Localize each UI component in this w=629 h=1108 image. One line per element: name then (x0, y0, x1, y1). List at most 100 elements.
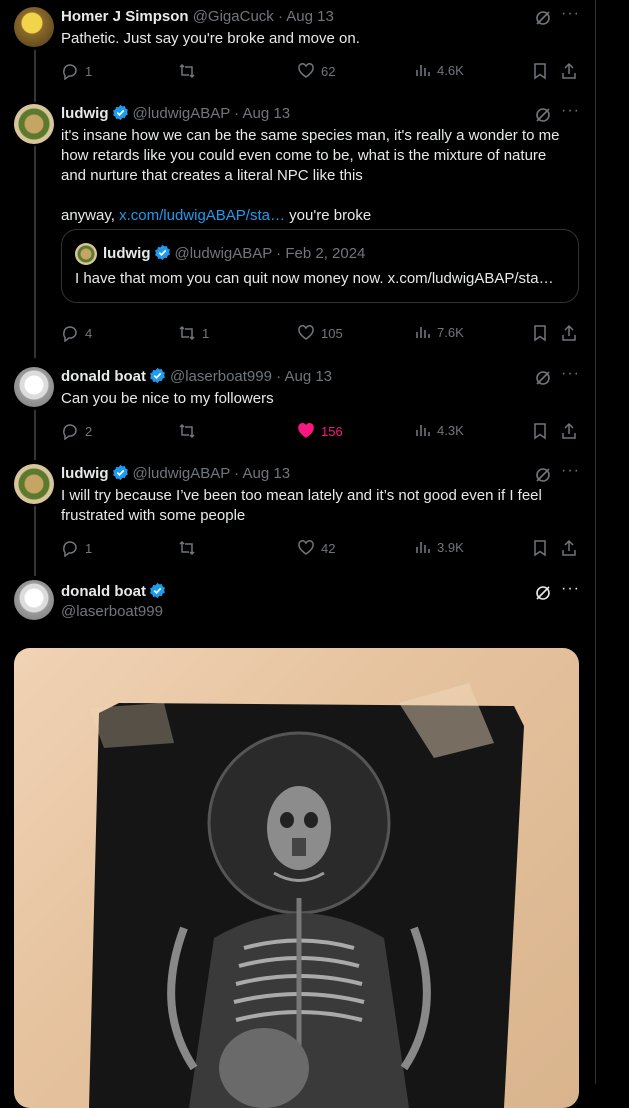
reply-count: 2 (85, 423, 93, 439)
display-name[interactable]: donald boat (61, 583, 146, 600)
tweet-header: Homer J Simpson @GigaCuck · Aug 13 (61, 7, 334, 27)
reply-icon (63, 64, 77, 80)
view-count: 3.9K (437, 539, 464, 555)
more-icon[interactable]: ··· (561, 462, 580, 480)
display-name[interactable]: ludwig (61, 105, 109, 122)
timestamp[interactable]: · Aug 13 (234, 465, 290, 482)
bookmark-button[interactable] (532, 62, 548, 80)
retweet-button[interactable] (178, 62, 202, 80)
tweet-header: donald boat @laserboat999 · Aug 13 (61, 367, 332, 387)
like-count: 105 (321, 325, 343, 341)
handle[interactable]: @ludwigABAP (133, 105, 231, 122)
view-count: 4.3K (437, 422, 464, 438)
timestamp[interactable]: · Aug 13 (278, 8, 334, 25)
retweet-icon (179, 63, 195, 79)
share-icon (562, 422, 576, 439)
display-name[interactable]: Homer J Simpson (61, 8, 189, 25)
reply-count: 1 (85, 63, 93, 79)
tweet[interactable]: ludwig @ludwigABAP · Aug 13 ··· I will tr… (0, 462, 594, 564)
like-button[interactable]: 42 (297, 539, 335, 557)
timestamp[interactable]: · Aug 13 (276, 368, 332, 385)
retweet-icon (179, 325, 195, 341)
more-icon[interactable]: ··· (561, 102, 580, 120)
bookmark-button[interactable] (532, 324, 548, 342)
handle[interactable]: @laserboat999 (170, 368, 272, 385)
verified-badge-icon (112, 464, 128, 481)
grok-icon[interactable] (535, 107, 551, 128)
like-count: 156 (321, 423, 343, 439)
share-button[interactable] (561, 62, 577, 80)
grok-icon[interactable] (535, 10, 551, 31)
more-icon[interactable]: ··· (561, 580, 580, 598)
display-name[interactable]: donald boat (61, 368, 146, 385)
avatar[interactable] (14, 367, 54, 407)
heart-icon (298, 423, 314, 438)
tweet[interactable]: ludwig @ludwigABAP · Aug 13 ··· it's insa… (0, 102, 594, 349)
retweet-button[interactable]: 1 (178, 324, 209, 342)
handle[interactable]: @GigaCuck (193, 8, 274, 25)
avatar[interactable] (14, 7, 54, 47)
reply-icon (63, 424, 77, 440)
heart-icon (298, 325, 314, 340)
view-count: 7.6K (437, 324, 464, 340)
tweet-header: ludwig @ludwigABAP · Aug 13 (61, 464, 290, 484)
action-bar: 2 156 4.3K (61, 422, 581, 442)
like-button[interactable]: 62 (297, 62, 335, 80)
more-icon[interactable]: ··· (561, 365, 580, 383)
quoted-tweet-header: ludwig @ludwigABAP · Feb 2, 2024 (103, 244, 365, 262)
bookmark-icon (534, 423, 546, 440)
avatar[interactable] (14, 104, 54, 144)
quoted-tweet[interactable]: ludwig @ludwigABAP · Feb 2, 2024 I have t… (61, 229, 579, 303)
tweet-text: I will try because I’ve been too mean la… (61, 486, 571, 526)
share-button[interactable] (561, 539, 577, 557)
timestamp[interactable]: · Aug 13 (234, 105, 290, 122)
share-button[interactable] (561, 324, 577, 342)
view-count: 4.6K (437, 62, 464, 78)
grok-icon[interactable] (535, 370, 551, 391)
heart-icon (298, 540, 314, 555)
reply-icon (63, 326, 77, 342)
bookmark-button[interactable] (532, 539, 548, 557)
tweet-text: Can you be nice to my followers (61, 390, 274, 407)
share-button[interactable] (561, 422, 577, 440)
retweet-button[interactable] (178, 539, 202, 557)
grok-icon[interactable] (535, 467, 551, 488)
action-bar: 1 62 4.6K (61, 62, 581, 82)
handle[interactable]: @ludwigABAP (133, 465, 231, 482)
column-divider (595, 0, 596, 1084)
tweet-text-line: it's insane how we can be the same speci… (61, 127, 560, 144)
share-icon (562, 62, 576, 79)
tweet-text: it's insane how we can be the same speci… (61, 126, 571, 226)
views-button[interactable]: 3.9K (415, 539, 464, 555)
tweet-text-line: frustrated with some people (61, 507, 246, 524)
timestamp: · Feb 2, 2024 (276, 245, 366, 262)
tweet[interactable]: Homer J Simpson @GigaCuck · Aug 13 ··· P… (0, 5, 594, 87)
retweet-button[interactable] (178, 422, 202, 440)
avatar[interactable] (14, 580, 54, 620)
reply-button[interactable]: 2 (61, 422, 92, 440)
reply-button[interactable]: 4 (61, 324, 92, 342)
share-icon (562, 539, 576, 556)
views-button[interactable]: 7.6K (415, 324, 464, 340)
bookmark-button[interactable] (532, 422, 548, 440)
bookmark-icon (534, 540, 546, 557)
bookmark-icon (534, 63, 546, 80)
grok-icon[interactable] (535, 585, 551, 606)
tweet[interactable]: donald boat @laserboat999 · Aug 13 ··· Ca… (0, 365, 594, 447)
reply-button[interactable]: 1 (61, 539, 92, 557)
tweet-media-image[interactable] (14, 648, 579, 1108)
handle[interactable]: @laserboat999 (61, 602, 163, 622)
views-button[interactable]: 4.3K (415, 422, 464, 438)
more-icon[interactable]: ··· (561, 5, 580, 23)
reply-button[interactable]: 1 (61, 62, 92, 80)
views-button[interactable]: 4.6K (415, 62, 464, 78)
like-button[interactable]: 156 (297, 422, 343, 440)
display-name[interactable]: ludwig (61, 465, 109, 482)
tweet-text: Pathetic. Just say you're broke and move… (61, 30, 360, 47)
tweet-link[interactable]: x.com/ludwigABAP/sta… (119, 207, 285, 224)
reply-count: 1 (85, 540, 93, 556)
avatar[interactable] (14, 464, 54, 504)
verified-badge-icon (112, 104, 128, 121)
like-button[interactable]: 105 (297, 324, 343, 342)
tweet-text-line: I will try because I’ve been too mean la… (61, 487, 542, 504)
